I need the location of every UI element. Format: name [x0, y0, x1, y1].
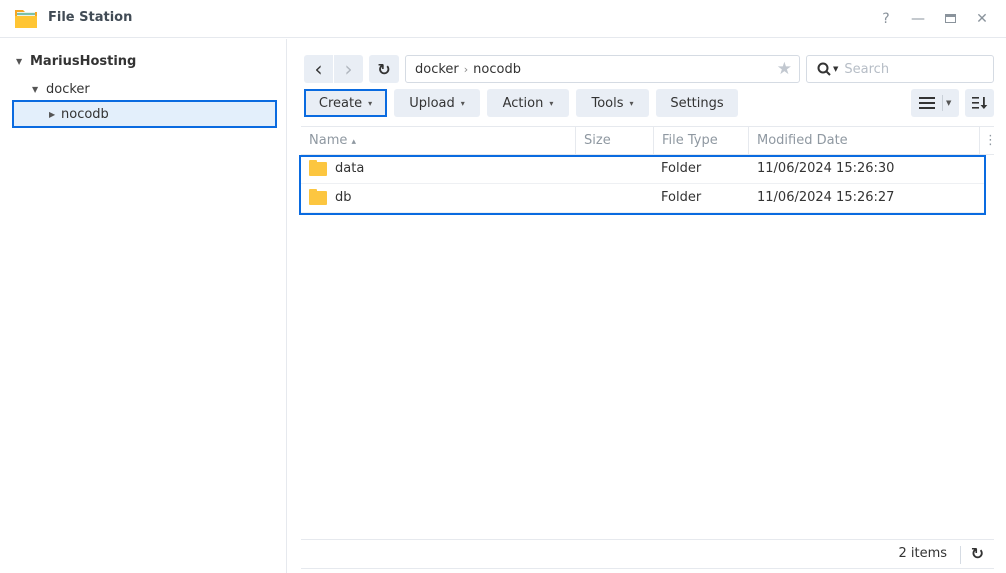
- column-label: Name: [309, 133, 348, 148]
- star-icon[interactable]: ★: [777, 59, 792, 79]
- search-input[interactable]: ▼ Search: [806, 55, 994, 83]
- column-options-icon[interactable]: ⋮: [980, 127, 997, 155]
- folder-icon: [309, 189, 327, 205]
- app-title: File Station: [48, 10, 133, 25]
- file-name: db: [335, 190, 352, 205]
- caret-down-icon[interactable]: ▼: [32, 85, 46, 94]
- tree-item-mariushosting[interactable]: ▼ MariusHosting: [16, 48, 136, 74]
- action-button[interactable]: Action ▾: [487, 89, 569, 117]
- action-label: Action: [502, 95, 544, 111]
- table-row[interactable]: data Folder 11/06/2024 15:26:30: [301, 155, 985, 184]
- search-icon[interactable]: [817, 62, 831, 76]
- file-name: data: [335, 161, 365, 176]
- breadcrumb-docker[interactable]: docker: [415, 62, 459, 77]
- tools-button[interactable]: Tools ▾: [576, 89, 649, 117]
- list-view-icon: [919, 97, 935, 109]
- column-header-file-type[interactable]: File Type: [654, 127, 749, 155]
- column-header-modified-date[interactable]: Modified Date: [749, 127, 980, 155]
- modified-date: 11/06/2024 15:26:30: [757, 161, 895, 176]
- tree-label: MariusHosting: [30, 53, 137, 69]
- path-bar[interactable]: docker › nocodb ★: [405, 55, 800, 83]
- column-header-name[interactable]: Name ▴: [301, 127, 576, 155]
- table-header: Name ▴ Size File Type Modified Date ⋮: [301, 126, 997, 155]
- item-count: 2 items: [898, 546, 947, 561]
- create-button[interactable]: Create ▾: [304, 89, 387, 117]
- sort-icon: [971, 97, 987, 109]
- file-type: Folder: [661, 161, 702, 176]
- tree-item-nocodb[interactable]: ▶ nocodb: [12, 100, 277, 128]
- table-row[interactable]: db Folder 11/06/2024 15:26:27: [301, 184, 985, 213]
- tree-label: docker: [46, 81, 90, 97]
- view-mode-button[interactable]: ▼: [911, 89, 959, 117]
- refresh-button[interactable]: ↻: [369, 55, 399, 83]
- tree-label: nocodb: [61, 106, 109, 122]
- caret-down-icon[interactable]: ▼: [16, 57, 30, 66]
- help-button[interactable]: ?: [876, 9, 896, 29]
- dropdown-caret-icon: ▾: [549, 98, 554, 108]
- settings-button[interactable]: Settings: [656, 89, 738, 117]
- close-button[interactable]: ✕: [972, 9, 992, 29]
- dropdown-caret-icon: ▾: [460, 98, 465, 108]
- status-bar: 2 items ↻: [301, 539, 994, 569]
- file-station-app-icon: [15, 10, 37, 28]
- breadcrumb-nocodb[interactable]: nocodb: [473, 62, 521, 77]
- upload-button[interactable]: Upload ▾: [394, 89, 480, 117]
- divider: [942, 95, 943, 111]
- file-type: Folder: [661, 190, 702, 205]
- column-header-size[interactable]: Size: [576, 127, 654, 155]
- forward-button[interactable]: ›: [334, 55, 363, 83]
- dropdown-caret-icon: ▾: [368, 98, 373, 108]
- caret-right-icon[interactable]: ▶: [49, 110, 61, 119]
- folder-icon: [309, 160, 327, 176]
- divider: [960, 546, 961, 564]
- upload-label: Upload: [409, 95, 455, 111]
- title-bar: File Station ? — ✕: [0, 0, 1006, 38]
- view-options-caret-icon: ▼: [946, 99, 952, 107]
- breadcrumb-separator: ›: [463, 62, 469, 76]
- minimize-button[interactable]: —: [908, 9, 928, 29]
- refresh-icon[interactable]: ↻: [971, 544, 984, 563]
- dropdown-caret-icon: ▾: [629, 98, 634, 108]
- sort-asc-icon: ▴: [351, 137, 357, 147]
- tools-label: Tools: [591, 95, 624, 111]
- modified-date: 11/06/2024 15:26:27: [757, 190, 895, 205]
- tree-item-docker[interactable]: ▼ docker: [32, 76, 90, 102]
- back-button[interactable]: ‹: [304, 55, 333, 83]
- search-options-caret-icon[interactable]: ▼: [833, 65, 838, 73]
- create-label: Create: [318, 95, 363, 111]
- search-placeholder: Search: [844, 61, 890, 77]
- maximize-button[interactable]: [940, 9, 960, 29]
- maximize-icon: [944, 14, 956, 23]
- sort-button[interactable]: [965, 89, 994, 117]
